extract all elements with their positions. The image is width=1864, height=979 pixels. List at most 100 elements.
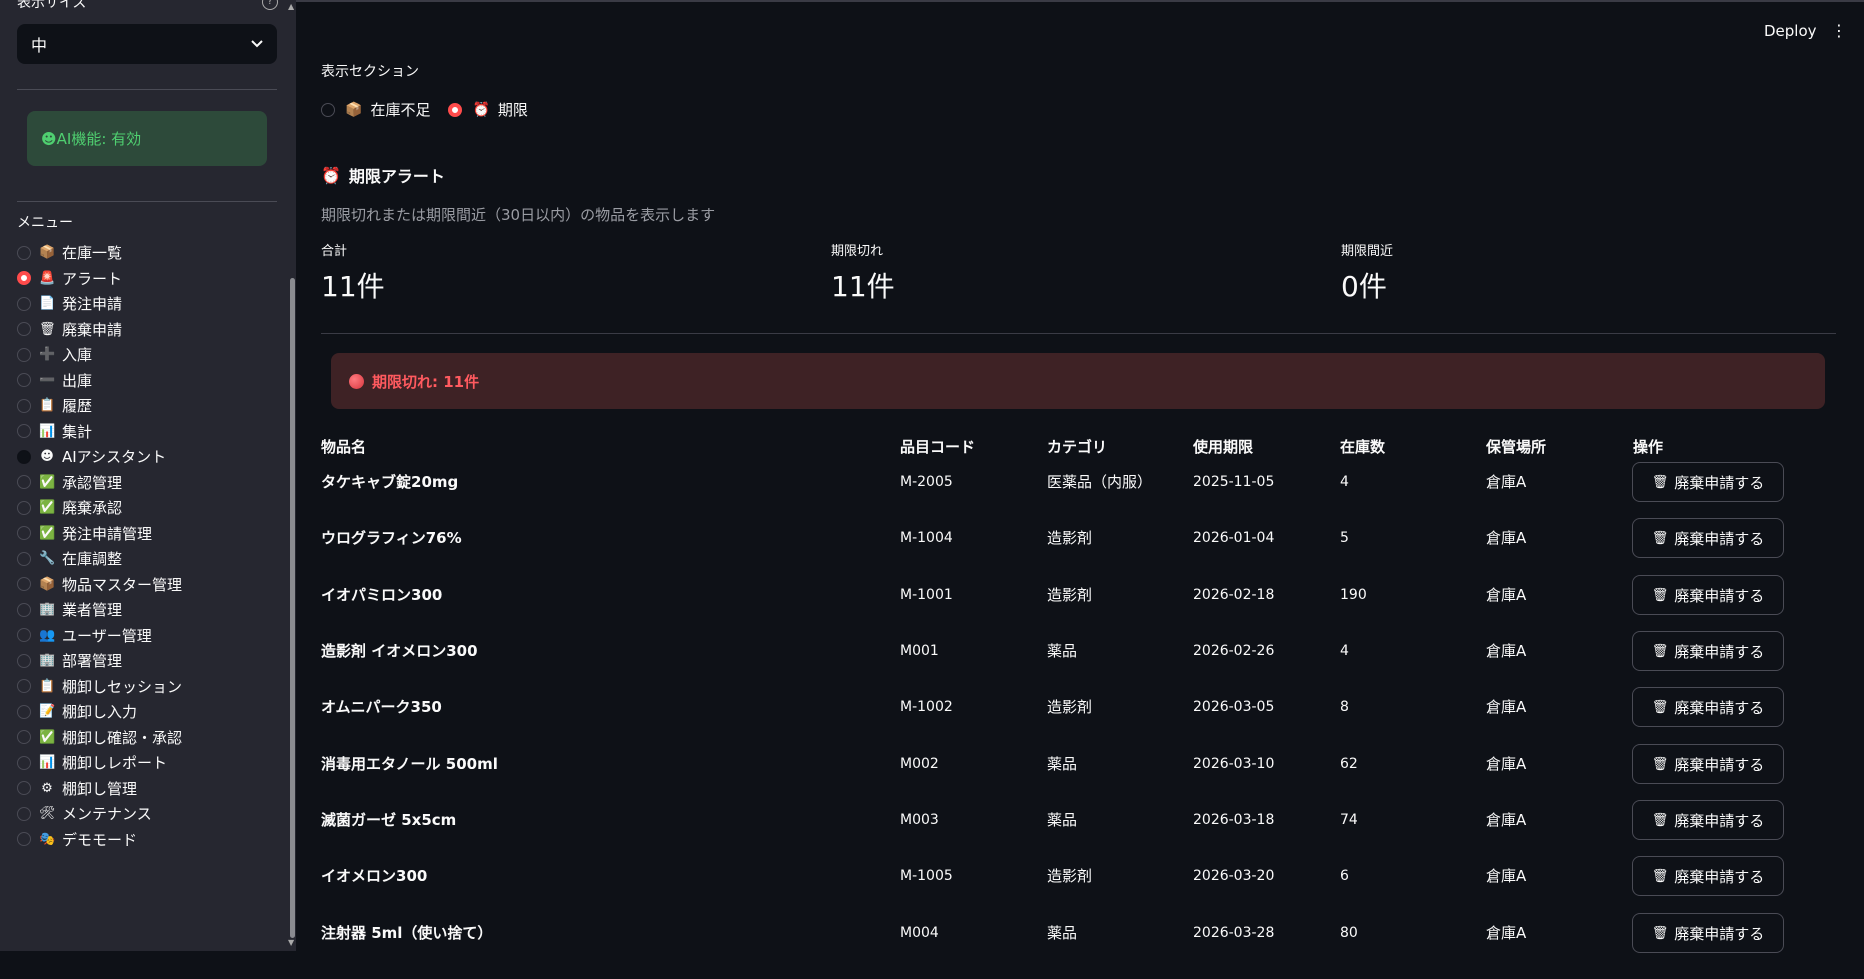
cell-category: 造影剤 xyxy=(1047,698,1093,716)
wastebasket-icon: 🗑 xyxy=(1651,699,1669,715)
scroll-up-arrow-icon[interactable]: ▲ xyxy=(288,2,294,11)
sidebar-item-label: 廃棄申請 xyxy=(62,320,123,339)
sidebar-item[interactable]: 📦 在庫一覧 xyxy=(17,240,282,266)
sidebar-item[interactable]: ☻ AIアシスタント xyxy=(17,444,282,470)
sidebar-item[interactable]: 📄 発注申請 xyxy=(17,291,282,317)
help-circle-icon[interactable]: ? xyxy=(262,0,278,10)
sidebar-divider xyxy=(17,89,277,90)
sidebar-item-label: 集計 xyxy=(62,422,93,441)
column-header-code: 品目コード xyxy=(900,438,976,456)
table-row: タケキャブ錠20mg M-2005 医薬品（内服） 2025-11-05 4 倉庫A 🗑 廃棄… xyxy=(0,462,1864,528)
request-disposal-button[interactable]: 🗑 廃棄申請する xyxy=(1632,518,1784,558)
section-option[interactable]: 📦 在庫不足 xyxy=(321,99,430,120)
metric-value: 11件 xyxy=(831,270,895,303)
request-disposal-label: 廃棄申請する xyxy=(1674,755,1765,774)
radio-button[interactable] xyxy=(17,449,31,464)
request-disposal-button[interactable]: 🗑 廃棄申請する xyxy=(1632,800,1784,840)
column-header-expiry: 使用期限 xyxy=(1193,438,1254,456)
cell-code: M-1001 xyxy=(900,587,953,603)
more-vertical-icon[interactable]: ⋮ xyxy=(1831,21,1847,40)
request-disposal-label: 廃棄申請する xyxy=(1674,924,1765,943)
wastebasket-icon: 🗑 xyxy=(1651,643,1669,659)
cell-expiry: 2026-02-26 xyxy=(1193,643,1275,659)
cell-category: 薬品 xyxy=(1047,924,1078,942)
menu-item-icon: ☻ xyxy=(40,449,54,465)
column-header-quantity: 在庫数 xyxy=(1340,438,1386,456)
table-row: 造影剤 イオメロン300 M001 薬品 2026-02-26 4 倉庫A 🗑 廃棄申請する xyxy=(0,631,1864,697)
radio-button[interactable] xyxy=(17,347,31,362)
request-disposal-button[interactable]: 🗑 廃棄申請する xyxy=(1632,913,1784,953)
cell-name: 消毒用エタノール 500ml xyxy=(321,755,498,773)
wastebasket-icon: 🗑 xyxy=(1651,868,1669,884)
radio-button[interactable] xyxy=(17,322,31,337)
column-header-location: 保管場所 xyxy=(1486,438,1547,456)
sidebar-item[interactable]: 🚨 アラート xyxy=(17,266,282,292)
cell-location: 倉庫A xyxy=(1486,755,1527,773)
sidebar-item-label: 発注申請 xyxy=(62,295,123,314)
radio-button[interactable] xyxy=(17,296,31,311)
cell-qty: 62 xyxy=(1340,756,1358,772)
radio-button[interactable] xyxy=(321,102,335,117)
metric-value: 11件 xyxy=(321,270,385,303)
section-option-label: 在庫不足 xyxy=(370,101,431,119)
cell-expiry: 2026-03-10 xyxy=(1193,756,1275,772)
wastebasket-icon: 🗑 xyxy=(1651,925,1669,941)
display-size-value: 中 xyxy=(31,36,48,55)
cell-qty: 80 xyxy=(1340,925,1358,941)
cell-location: 倉庫A xyxy=(1486,473,1527,491)
radio-button[interactable] xyxy=(17,398,31,413)
wastebasket-icon: 🗑 xyxy=(1651,812,1669,828)
cell-code: M001 xyxy=(900,643,939,659)
sidebar-item[interactable]: 📊 集計 xyxy=(17,419,282,445)
request-disposal-button[interactable]: 🗑 廃棄申請する xyxy=(1632,856,1784,896)
sidebar-item[interactable]: 📋 履歴 xyxy=(17,393,282,419)
cell-name: 注射器 5ml（使い捨て） xyxy=(321,924,493,942)
cell-category: 造影剤 xyxy=(1047,586,1093,604)
sidebar-item[interactable]: ➕ 入庫 xyxy=(17,342,282,368)
display-size-select[interactable]: 中 xyxy=(17,24,277,64)
section-divider xyxy=(321,333,1836,334)
table-row: オムニパーク350 M-1002 造影剤 2026-03-05 8 倉庫A 🗑 廃棄申請する xyxy=(0,687,1864,753)
section-option-icon: ⏰ xyxy=(472,101,490,118)
radio-button[interactable] xyxy=(17,424,31,439)
request-disposal-button[interactable]: 🗑 廃棄申請する xyxy=(1632,687,1784,727)
menu-item-icon: ➖ xyxy=(39,372,56,388)
cell-location: 倉庫A xyxy=(1486,867,1527,885)
metric-value: 0件 xyxy=(1341,270,1387,303)
table-row: イオパミロン300 M-1001 造影剤 2026-02-18 190 倉庫A 🗑 廃棄申請す… xyxy=(0,575,1864,641)
cell-name: イオメロン300 xyxy=(321,867,428,885)
deploy-button[interactable]: Deploy xyxy=(1764,22,1817,40)
section-selector-label: 表示セクション xyxy=(321,64,419,80)
cell-location: 倉庫A xyxy=(1486,924,1527,942)
menu-item-icon: 🗑 xyxy=(39,321,56,337)
alarm-clock-icon: ⏰ xyxy=(321,165,341,185)
cell-code: M003 xyxy=(900,812,939,828)
cell-location: 倉庫A xyxy=(1486,642,1527,660)
ai-status-banner: ☻AI機能: 有効 xyxy=(27,111,267,166)
radio-button[interactable] xyxy=(17,373,31,388)
cell-qty: 5 xyxy=(1340,530,1349,546)
cell-expiry: 2026-03-18 xyxy=(1193,812,1275,828)
radio-button[interactable] xyxy=(17,245,31,260)
sidebar-item[interactable]: 🗑 廃棄申請 xyxy=(17,317,282,343)
table-row: イオメロン300 M-1005 造影剤 2026-03-20 6 倉庫A 🗑 廃棄申請する xyxy=(0,856,1864,922)
menu-item-icon: 🚨 xyxy=(39,270,56,286)
sidebar-item[interactable]: ➖ 出庫 xyxy=(17,368,282,394)
sidebar-item-label: 入庫 xyxy=(62,346,93,365)
cell-code: M002 xyxy=(900,756,939,772)
request-disposal-button[interactable]: 🗑 廃棄申請する xyxy=(1632,631,1784,671)
cell-code: M-1004 xyxy=(900,530,953,546)
request-disposal-button[interactable]: 🗑 廃棄申請する xyxy=(1632,462,1784,502)
sidebar-item-label: 出庫 xyxy=(62,371,93,390)
request-disposal-button[interactable]: 🗑 廃棄申請する xyxy=(1632,744,1784,784)
cell-location: 倉庫A xyxy=(1486,529,1527,547)
radio-button[interactable] xyxy=(448,102,463,117)
expiry-alert-title: ⏰ 期限アラート xyxy=(321,163,445,187)
cell-category: 薬品 xyxy=(1047,811,1078,829)
radio-button[interactable] xyxy=(17,271,31,286)
request-disposal-button[interactable]: 🗑 廃棄申請する xyxy=(1632,575,1784,615)
table-row: 滅菌ガーゼ 5x5cm M003 薬品 2026-03-18 74 倉庫A 🗑 廃棄申請する xyxy=(0,800,1864,866)
request-disposal-label: 廃棄申請する xyxy=(1674,698,1765,717)
table-row: 消毒用エタノール 500ml M002 薬品 2026-03-10 62 倉庫A 🗑 廃棄申請… xyxy=(0,744,1864,810)
section-option[interactable]: ⏰ 期限 xyxy=(448,99,528,120)
